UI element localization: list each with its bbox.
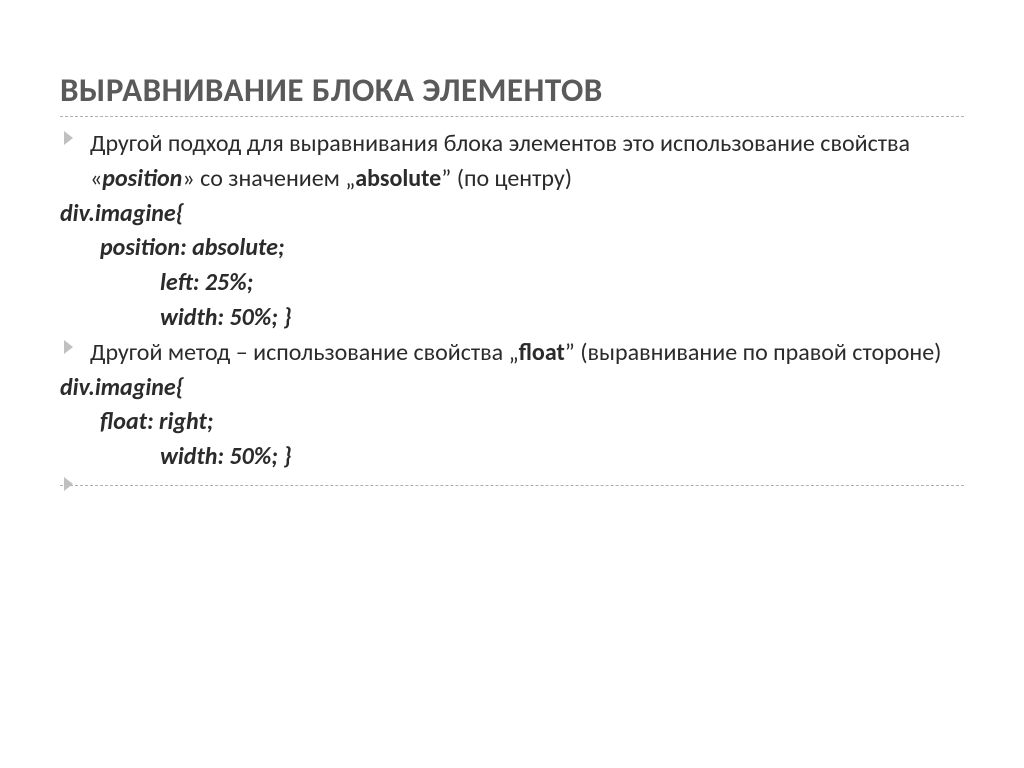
para1-post: ” (по центру) <box>441 164 572 193</box>
slide: ВЫРАВНИВАНИЕ БЛОКА ЭЛЕМЕНТОВ Другой подх… <box>0 0 1024 768</box>
code1-l2: position: absolute; <box>60 231 964 266</box>
para2-prop: float <box>519 338 565 367</box>
para2-post: ” (выравнивание по правой стороне) <box>565 338 942 367</box>
code1-l1: div.imagine{ <box>60 197 964 232</box>
para1-prop: position <box>102 164 182 193</box>
bullet-item-2: Другой метод – использование свойства „f… <box>60 336 964 371</box>
bullet-item-1: Другой подход для выравнивания блока эле… <box>60 127 964 197</box>
code1-l4: width: 50%; } <box>60 301 964 336</box>
bottom-divider <box>60 485 964 486</box>
code-block-1: div.imagine{ position: absolute; left: 2… <box>60 197 964 336</box>
code2-l3: width: 50%; } <box>60 440 964 475</box>
code2-l2: float: right; <box>60 405 964 440</box>
bullet-marker-icon <box>64 340 73 354</box>
slide-content: Другой подход для выравнивания блока эле… <box>60 127 964 475</box>
para2-pre: Другой метод – использование свойства „ <box>90 338 519 367</box>
title-divider <box>60 116 964 117</box>
bullet-marker-icon <box>64 131 73 145</box>
slide-title: ВЫРАВНИВАНИЕ БЛОКА ЭЛЕМЕНТОВ <box>60 70 964 110</box>
code1-l3: left: 25%; <box>60 266 964 301</box>
code-block-2: div.imagine{ float: right; width: 50%; } <box>60 371 964 475</box>
code2-l1: div.imagine{ <box>60 371 964 406</box>
para1-val: absolute <box>355 164 441 193</box>
bullet-marker-icon <box>64 477 73 491</box>
para1-mid: » со значением „ <box>182 164 355 193</box>
